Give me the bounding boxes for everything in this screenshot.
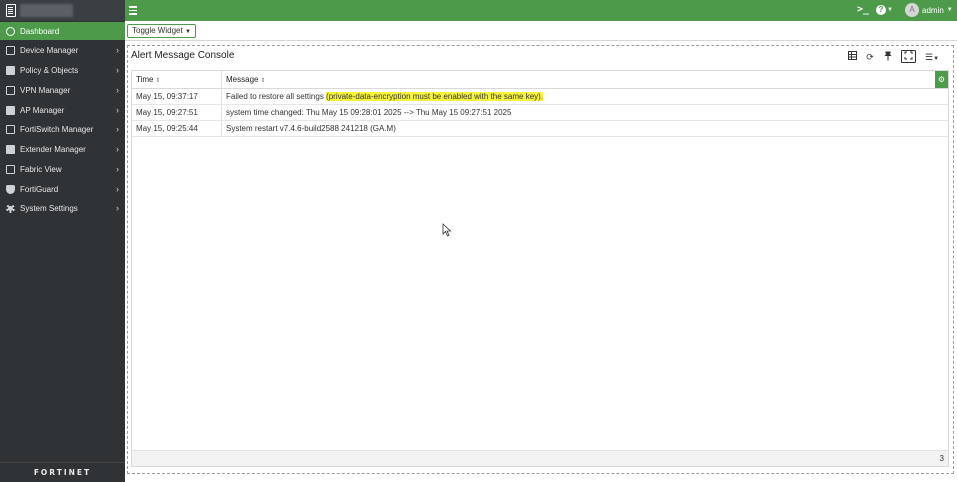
- user-name: admin: [922, 5, 944, 15]
- column-header-message[interactable]: Message ⇕: [222, 71, 522, 89]
- refresh-icon[interactable]: ⟳: [864, 51, 876, 63]
- help-icon: ?: [876, 5, 886, 15]
- pin-icon[interactable]: [882, 51, 894, 63]
- sidebar-item-label: Extender Manager: [20, 144, 86, 154]
- top-bar: >_ ? ▼ A admin ▼: [0, 0, 957, 21]
- cell-time: May 15, 09:27:51: [136, 108, 198, 117]
- chevron-down-icon: ▼: [887, 7, 893, 13]
- logo-area: [0, 0, 125, 21]
- sidebar-item-fortiswitch-manager[interactable]: FortiSwitch Manager ›: [0, 120, 125, 138]
- table-row[interactable]: May 15, 09:27:51 system time changed: Th…: [132, 105, 948, 121]
- toggle-widget-label: Toggle Widget: [132, 26, 183, 35]
- column-header-time[interactable]: Time ⇕: [132, 71, 221, 89]
- sidebar-item-vpn-manager[interactable]: VPN Manager ›: [0, 81, 125, 99]
- ap-icon: [6, 105, 15, 115]
- table-footer: 3: [132, 450, 948, 466]
- table-row[interactable]: May 15, 09:37:17 Failed to restore all s…: [132, 89, 948, 105]
- chevron-right-icon: ›: [116, 45, 119, 55]
- sidebar-item-label: Fabric View: [20, 164, 62, 174]
- sidebar-item-label: FortiSwitch Manager: [20, 124, 94, 134]
- hamburger-menu-icon[interactable]: [129, 5, 138, 15]
- sidebar-item-system-settings[interactable]: System Settings ›: [0, 199, 125, 217]
- widget-title: Alert Message Console: [131, 50, 235, 61]
- chevron-right-icon: ›: [116, 164, 119, 174]
- cli-console-icon[interactable]: >_: [857, 4, 869, 16]
- cell-message: System restart v7.4.6-build2588 241218 (…: [226, 124, 396, 133]
- record-count: 3: [939, 454, 944, 463]
- sort-icon: ⇕: [260, 78, 266, 84]
- cell-time: May 15, 09:25:44: [136, 124, 198, 133]
- device-icon: [6, 45, 15, 55]
- shield-icon: [6, 184, 15, 194]
- chevron-right-icon: ›: [116, 85, 119, 95]
- sidebar-item-fabric-view[interactable]: Fabric View ›: [0, 160, 125, 178]
- chevron-right-icon: ›: [116, 124, 119, 134]
- sidebar-item-fortiguard[interactable]: FortiGuard ›: [0, 180, 125, 198]
- sidebar: Dashboard Device Manager › Policy & Obje…: [0, 21, 125, 482]
- switch-icon: [6, 124, 15, 134]
- vpn-icon: [6, 85, 15, 95]
- policy-icon: [6, 65, 15, 75]
- sidebar-item-label: Policy & Objects: [20, 65, 79, 75]
- chevron-down-icon: ▼: [184, 29, 191, 35]
- column-settings-gear-icon[interactable]: ⚙: [935, 71, 948, 88]
- mouse-pointer-icon: [442, 223, 452, 237]
- chevron-down-icon: ▼: [933, 56, 940, 62]
- sort-icon: ⇕: [155, 78, 161, 84]
- help-menu-button[interactable]: ? ▼: [876, 4, 893, 16]
- extender-icon: [6, 144, 15, 154]
- chevron-down-icon: ▼: [946, 7, 953, 13]
- table-row[interactable]: May 15, 09:25:44 System restart v7.4.6-b…: [132, 121, 948, 137]
- chevron-right-icon: ›: [116, 144, 119, 154]
- user-menu-button[interactable]: A admin ▼: [905, 3, 953, 17]
- gear-icon: [6, 203, 15, 213]
- sidebar-item-device-manager[interactable]: Device Manager ›: [0, 41, 125, 59]
- dashboard-toolbar: Toggle Widget ▼: [125, 21, 957, 41]
- hostname-redacted: [20, 4, 73, 17]
- widget-menu-button[interactable]: ☰▼: [923, 51, 941, 63]
- toggle-widget-dropdown[interactable]: Toggle Widget ▼: [127, 24, 196, 38]
- sidebar-item-label: Dashboard: [20, 26, 60, 36]
- dashboard-icon: [6, 26, 15, 36]
- avatar: A: [905, 3, 919, 17]
- expand-icon[interactable]: [901, 50, 916, 63]
- cell-message: system time changed: Thu May 15 09:28:01…: [226, 108, 512, 117]
- sidebar-item-policy-objects[interactable]: Policy & Objects ›: [0, 61, 125, 79]
- column-header-label: Time: [136, 75, 154, 84]
- sidebar-item-label: VPN Manager: [20, 85, 71, 95]
- sidebar-item-ap-manager[interactable]: AP Manager ›: [0, 101, 125, 119]
- sidebar-item-label: FortiGuard: [20, 184, 59, 194]
- table-view-icon[interactable]: [846, 51, 858, 63]
- chevron-right-icon: ›: [116, 203, 119, 213]
- fortinet-logo: FORTINET: [0, 462, 125, 482]
- chevron-right-icon: ›: [116, 184, 119, 194]
- sidebar-item-dashboard[interactable]: Dashboard: [0, 22, 125, 40]
- list-menu-icon: ☰: [924, 52, 934, 62]
- sidebar-item-label: AP Manager: [20, 105, 65, 115]
- message-text: Failed to restore all settings: [226, 92, 327, 101]
- sidebar-item-label: Device Manager: [20, 45, 79, 55]
- highlighted-text: (private-data-encryption must be enabled…: [326, 92, 544, 101]
- sidebar-item-label: System Settings: [20, 203, 78, 213]
- cell-time: May 15, 09:37:17: [136, 92, 198, 101]
- chevron-right-icon: ›: [116, 105, 119, 115]
- fabric-icon: [6, 164, 15, 174]
- cell-message: Failed to restore all settings (private-…: [222, 89, 544, 105]
- column-header-label: Message: [226, 75, 259, 84]
- app-menu-icon[interactable]: [6, 4, 16, 17]
- alert-table: Time ⇕ Message ⇕ ⚙ May 15, 09:37:17 Failed…: [131, 70, 949, 467]
- chevron-right-icon: ›: [116, 65, 119, 75]
- table-header: Time ⇕ Message ⇕ ⚙: [132, 71, 948, 89]
- sidebar-item-extender-manager[interactable]: Extender Manager ›: [0, 140, 125, 158]
- alert-message-console-widget: Alert Message Console ⟳ ☰▼ Time ⇕ Message…: [127, 45, 954, 474]
